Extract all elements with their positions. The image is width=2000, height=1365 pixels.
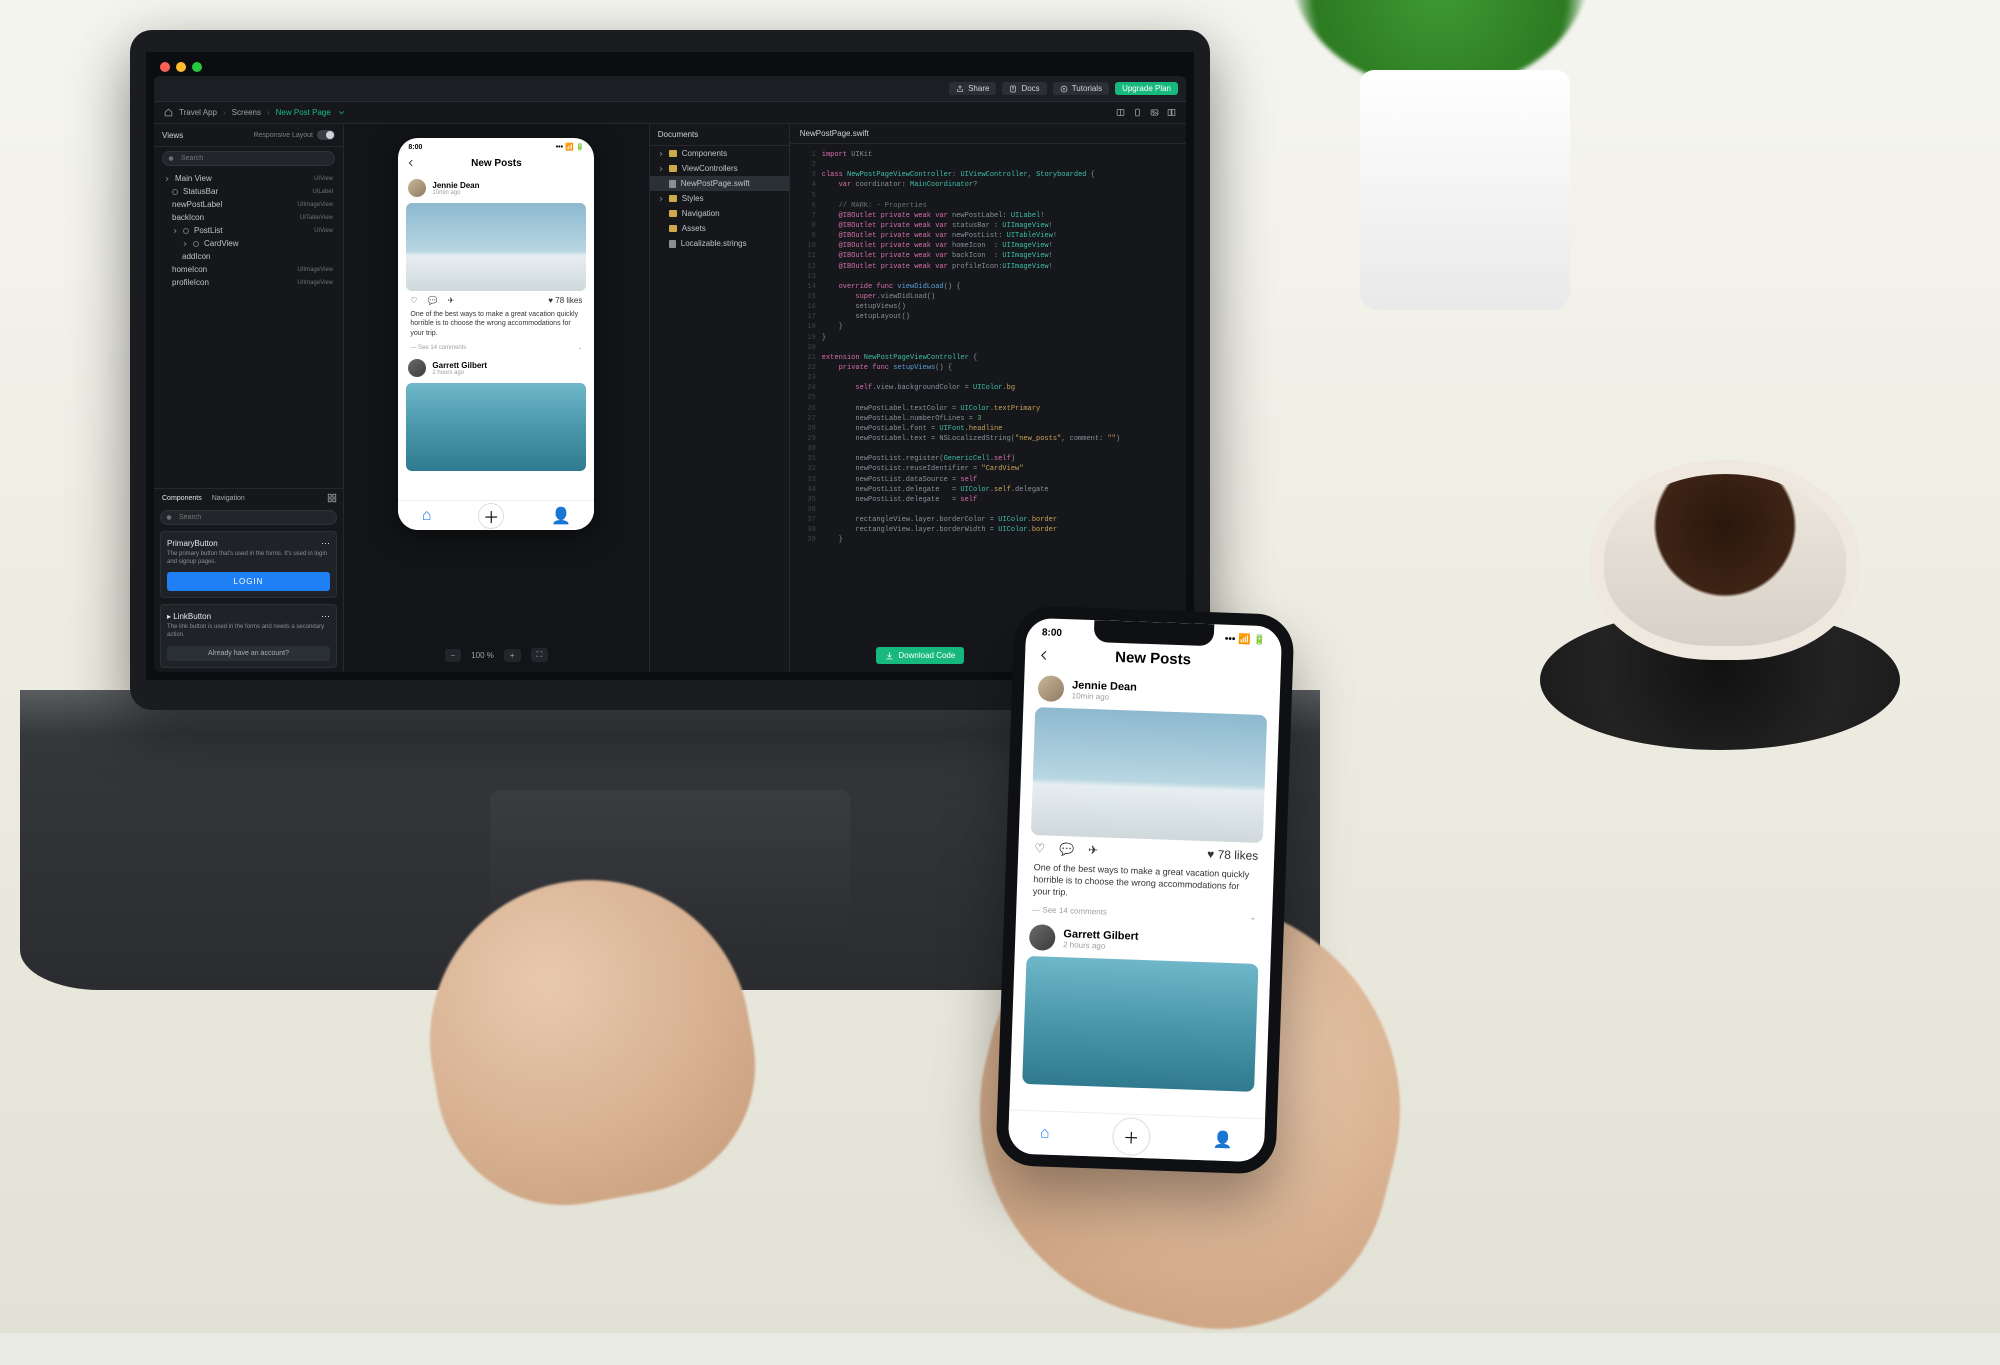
avatar: [1029, 924, 1056, 951]
zoom-in-button[interactable]: +: [504, 649, 521, 662]
upgrade-plan-button[interactable]: Upgrade Plan: [1115, 82, 1178, 95]
profile-tab-icon[interactable]: 👤: [1213, 1129, 1234, 1150]
grid-icon[interactable]: [327, 493, 337, 503]
chevron-down-icon[interactable]: ⌄: [1249, 913, 1256, 922]
share-icon[interactable]: ✈: [448, 296, 455, 305]
zoom-fit-button[interactable]: ⛶: [531, 648, 549, 662]
tree-item-addicon[interactable]: addIcon: [158, 250, 339, 263]
breadcrumb-page[interactable]: New Post Page: [276, 108, 331, 117]
zoom-bar: − 100 % + ⛶: [445, 648, 549, 662]
profile-tab-icon[interactable]: 👤: [551, 506, 571, 526]
code-file-tab[interactable]: NewPostPage.swift: [790, 124, 1186, 144]
avatar: [408, 359, 426, 377]
macos-traffic-lights[interactable]: [160, 62, 202, 72]
docs-item-viewcontrollers[interactable]: ViewControllers: [650, 161, 789, 176]
add-post-fab[interactable]: ＋: [478, 503, 504, 529]
post-image[interactable]: [406, 203, 586, 291]
post-image[interactable]: [406, 383, 586, 471]
home-tab-icon[interactable]: ⌂: [422, 507, 432, 525]
tree-item-backicon[interactable]: backIconUITableView: [158, 211, 339, 224]
left-rail: Views Responsive Layout Main ViewUIViewS…: [154, 124, 344, 672]
docs-item-newpostpage-swift[interactable]: NewPostPage.swift: [650, 176, 789, 191]
handheld-phone: 8:00••• 📶 🔋New PostsJennie Dean10min ago…: [995, 605, 1294, 1174]
documents-panel: Documents ComponentsViewControllersNewPo…: [649, 124, 789, 672]
post-image[interactable]: [1031, 707, 1267, 843]
avatar: [408, 179, 426, 197]
views-panel-title: Views Responsive Layout: [154, 124, 343, 147]
tree-item-homeicon[interactable]: homeIconUIImageView: [158, 263, 339, 276]
status-bar: 8:00••• 📶 🔋: [398, 138, 594, 156]
heart-icon[interactable]: ♡: [1034, 841, 1045, 855]
top-toolbar: Share Docs Tutorials Upgrade Plan: [154, 76, 1186, 102]
chevron-down-icon[interactable]: ⌄: [577, 344, 582, 351]
post-author[interactable]: Jennie Dean10min ago: [398, 175, 594, 201]
comment-icon[interactable]: 💬: [428, 296, 438, 305]
home-tab-icon[interactable]: ⌂: [1040, 1124, 1050, 1142]
docs-item-styles[interactable]: Styles: [650, 191, 789, 206]
tab-components[interactable]: Components: [162, 495, 202, 502]
see-comments-link[interactable]: — See 14 comments: [1032, 906, 1107, 918]
docs-item-components[interactable]: Components: [650, 146, 789, 161]
image-icon[interactable]: [1150, 108, 1159, 117]
comment-icon[interactable]: 💬: [1059, 842, 1074, 857]
design-canvas[interactable]: 8:00••• 📶 🔋New PostsJennie Dean10min ago…: [344, 124, 649, 672]
heart-icon[interactable]: ♡: [410, 296, 417, 305]
tree-item-cardview[interactable]: CardView: [158, 237, 339, 250]
post-author[interactable]: Garrett Gilbert2 hours ago: [398, 355, 594, 381]
tree-item-profileicon[interactable]: profileIconUIImageView: [158, 276, 339, 289]
breadcrumb-section[interactable]: Screens: [232, 108, 261, 117]
component-link-button[interactable]: ▸ LinkButton⋯ The link button is used in…: [160, 604, 337, 668]
download-code-button[interactable]: Download Code: [876, 647, 964, 664]
add-post-fab[interactable]: ＋: [1112, 1117, 1151, 1156]
chevron-down-icon[interactable]: [337, 108, 346, 117]
post-body: One of the best ways to make a great vac…: [398, 308, 594, 340]
breadcrumb-project[interactable]: Travel App: [179, 108, 217, 117]
tree-item-newpostlabel[interactable]: newPostLabelUIImageView: [158, 198, 339, 211]
zoom-out-button[interactable]: −: [445, 649, 462, 662]
docs-item-localizable-strings[interactable]: Localizable.strings: [650, 236, 789, 251]
share-icon[interactable]: ✈: [1088, 843, 1099, 857]
link-button-preview[interactable]: Already have an account?: [167, 646, 330, 661]
views-search-input[interactable]: [162, 151, 335, 166]
documents-title: Documents: [650, 124, 789, 146]
palette-search-input[interactable]: [160, 510, 337, 525]
docs-button[interactable]: Docs: [1002, 82, 1046, 95]
see-comments-link[interactable]: — See 14 comments: [410, 345, 466, 351]
docs-item-navigation[interactable]: Navigation: [650, 206, 789, 221]
responsive-layout-toggle[interactable]: [317, 130, 335, 140]
tutorials-button[interactable]: Tutorials: [1053, 82, 1109, 95]
zoom-value: 100 %: [471, 651, 494, 660]
code-editor[interactable]: 1import UIKit 2 3class NewPostPageViewCo…: [790, 144, 1186, 672]
page-title: New Posts: [398, 156, 594, 175]
tree-item-statusbar[interactable]: StatusBarUILabel: [158, 185, 339, 198]
code-pane: NewPostPage.swift 1import UIKit 2 3class…: [789, 124, 1186, 672]
design-tool-app: Share Docs Tutorials Upgrade Plan Tr: [154, 76, 1186, 672]
tree-item-main view[interactable]: Main ViewUIView: [158, 172, 339, 185]
like-count[interactable]: ♥ 78 likes: [548, 296, 582, 305]
tab-navigation[interactable]: Navigation: [212, 495, 245, 502]
component-primary-button[interactable]: PrimaryButton⋯ The primary button that's…: [160, 531, 337, 599]
tab-bar: ⌂ ＋ 👤: [398, 500, 594, 530]
tree-item-postlist[interactable]: PostListUIView: [158, 224, 339, 237]
avatar: [1038, 675, 1065, 702]
components-palette: Components Navigation PrimaryButton⋯ The…: [154, 488, 343, 672]
phone-preview[interactable]: 8:00••• 📶 🔋New PostsJennie Dean10min ago…: [398, 138, 594, 530]
tab-bar: ⌂ ＋ 👤: [1008, 1109, 1265, 1162]
columns-icon[interactable]: [1167, 108, 1176, 117]
device-frame-icon[interactable]: [1133, 108, 1142, 117]
layout-split-icon[interactable]: [1116, 108, 1125, 117]
share-button[interactable]: Share: [949, 82, 996, 95]
like-count[interactable]: ♥ 78 likes: [1207, 847, 1259, 863]
back-icon[interactable]: [1037, 648, 1051, 662]
login-button-preview[interactable]: LOGIN: [167, 572, 330, 591]
post-image[interactable]: [1022, 956, 1258, 1092]
docs-item-assets[interactable]: Assets: [650, 221, 789, 236]
home-icon[interactable]: [164, 108, 173, 117]
breadcrumb: Travel App › Screens › New Post Page: [154, 102, 1186, 124]
back-icon[interactable]: [406, 158, 416, 168]
